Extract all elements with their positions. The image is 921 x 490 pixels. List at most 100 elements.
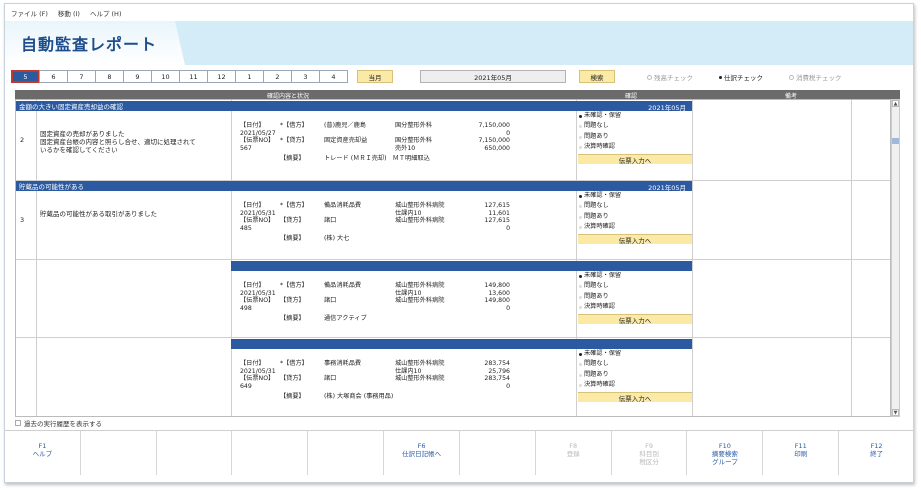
month-tab-row: 当月 2021年05月 検索 残高チェック 仕訳チェック 消費税チェック 567…	[5, 69, 913, 85]
radio-dot-icon	[579, 285, 582, 289]
journal-field: 備品消耗品費	[324, 202, 362, 209]
status-option[interactable]: 問題なし	[578, 121, 692, 131]
page-title: 自動監査レポート	[21, 35, 158, 54]
month-tab[interactable]: 11	[179, 70, 208, 83]
fkey-f8[interactable]: F8 登録	[536, 431, 612, 475]
month-tab[interactable]: 9	[123, 70, 152, 83]
scroll-thumb[interactable]	[892, 138, 899, 144]
journal-field: 城山整形外科病院	[395, 360, 445, 367]
journal-line: 【日付】 *【借方】 (普)鹿児／鹿島 国分整形外科 7,150,000	[240, 122, 570, 130]
menu-move[interactable]: 移動 (I)	[58, 8, 80, 18]
slip-entry-button[interactable]: 伝票入力へ	[578, 392, 692, 403]
status-options: 未確認・保留 問題なし 問題あり 決算時確認	[578, 271, 692, 312]
journal-field: 【伝票NO】	[240, 375, 275, 383]
status-option[interactable]: 問題なし	[578, 359, 692, 369]
radio-dot-icon	[579, 305, 582, 309]
journal-field: 485	[240, 224, 252, 232]
status-option[interactable]: 問題なし	[578, 201, 692, 211]
menu-file[interactable]: ファイル (F)	[11, 8, 48, 18]
fkey-f12[interactable]: F12 終了	[839, 431, 913, 475]
current-month-button[interactable]: 当月	[357, 70, 393, 83]
app-window: ファイル (F) 移動 (I) ヘルプ (H) 自動監査レポート 当月 2021…	[4, 3, 914, 483]
fkey-label: 印刷	[794, 450, 808, 458]
radio-dot-icon	[789, 74, 794, 80]
journal-field: トレード (ＭＲＩ売却) ＭＴ明細取込	[324, 155, 430, 163]
status-option[interactable]: 決算時確認	[578, 302, 692, 312]
status-option-label: 決算時確認	[584, 142, 615, 150]
menu-help[interactable]: ヘルプ (H)	[90, 8, 122, 18]
journal-amount: 283,754	[484, 360, 510, 367]
balance-check-radio[interactable]: 残高チェック	[647, 72, 693, 82]
journal-amount: 127,615	[484, 217, 510, 225]
fkey-empty	[81, 431, 157, 475]
journal-amount: 0	[506, 304, 510, 312]
slip-entry-button[interactable]: 伝票入力へ	[578, 154, 692, 165]
journal-entry: 【日付】 *【借方】 (普)鹿児／鹿島 国分整形外科 7,150,000 2021/05/…	[240, 122, 570, 163]
period-field[interactable]: 2021年05月	[420, 70, 566, 83]
month-tab[interactable]: 8	[95, 70, 124, 83]
radio-dot-icon	[647, 74, 652, 80]
journal-field: 【伝票NO】	[240, 137, 275, 145]
status-option[interactable]: 未確認・保留	[578, 349, 692, 359]
tax-check-radio[interactable]: 消費税チェック	[789, 72, 842, 82]
history-toggle[interactable]: 過去の実行履歴を表示する	[15, 418, 102, 428]
journal-field: 【摘要】	[280, 393, 305, 401]
search-button[interactable]: 検索	[579, 70, 615, 83]
journal-line: 498 0	[240, 305, 570, 313]
status-option-label: 未確認・保留	[584, 350, 622, 357]
status-option[interactable]: 問題あり	[578, 132, 692, 142]
fkey-f6[interactable]: F6 仕訳日記帳へ	[384, 431, 460, 475]
status-option[interactable]: 決算時確認	[578, 222, 692, 232]
status-option[interactable]: 決算時確認	[578, 142, 692, 152]
scroll-up-icon[interactable]: ▲	[892, 100, 899, 107]
month-tab[interactable]: 7	[67, 70, 96, 83]
status-option[interactable]: 問題あり	[578, 370, 692, 380]
month-tab[interactable]: 12	[207, 70, 236, 83]
status-option[interactable]: 未確認・保留	[578, 191, 692, 201]
journal-line: 【日付】 *【借方】 事務消耗品費 城山整形外科病院 283,754	[240, 360, 570, 368]
journal-line: 【伝票NO】 【貸方】 諸口 城山整形外科病院 127,615	[240, 217, 570, 225]
month-tab[interactable]: 1	[235, 70, 264, 83]
journal-field: 国分整形外科	[395, 137, 433, 145]
slip-entry-button[interactable]: 伝票入力へ	[578, 234, 692, 245]
history-checkbox[interactable]	[15, 420, 21, 426]
journal-amount: 25,796	[488, 367, 510, 375]
journal-amount: 11,601	[488, 209, 510, 217]
fkey-f11[interactable]: F11 印刷	[763, 431, 840, 475]
journal-field: *【借方】	[280, 360, 308, 367]
month-tab[interactable]: 5	[11, 70, 40, 83]
fkey-f9[interactable]: F9 科目別 税区分	[612, 431, 688, 475]
month-tab[interactable]: 3	[291, 70, 320, 83]
status-option[interactable]: 決算時確認	[578, 380, 692, 390]
journal-check-radio[interactable]: 仕訳チェック	[719, 72, 763, 82]
radio-dot-icon	[579, 145, 582, 149]
journal-field: 【伝票NO】	[240, 297, 275, 305]
journal-field: 【日付】	[240, 122, 265, 129]
radio-dot-icon	[579, 353, 582, 356]
scroll-down-icon[interactable]: ▼	[892, 409, 899, 416]
journal-field: 【伝票NO】	[240, 217, 275, 225]
month-tab[interactable]: 10	[151, 70, 180, 83]
month-tab[interactable]: 4	[319, 70, 348, 83]
journal-amount: 149,800	[484, 297, 510, 305]
journal-field: 【日付】	[240, 360, 265, 367]
journal-field: 城山整形外科病院	[395, 297, 445, 305]
vertical-scrollbar[interactable]: ▲ ▼	[891, 99, 900, 417]
status-option[interactable]: 未確認・保留	[578, 271, 692, 281]
status-option[interactable]: 問題なし	[578, 281, 692, 291]
journal-field: 諸口	[324, 375, 337, 383]
month-tab[interactable]: 6	[39, 70, 68, 83]
slip-entry-button[interactable]: 伝票入力へ	[578, 314, 692, 325]
journal-field: (普)鹿児／鹿島	[324, 122, 366, 129]
status-option[interactable]: 問題あり	[578, 212, 692, 222]
fkey-f10[interactable]: F10 摘要検索 グループ	[688, 431, 764, 475]
radio-dot-icon	[579, 195, 582, 198]
journal-line: 【摘要】 通信アクティブ	[240, 315, 570, 323]
status-option[interactable]: 未確認・保留	[578, 111, 692, 121]
fkey-f1[interactable]: F1 ヘルプ	[5, 431, 81, 475]
journal-amount: 283,754	[484, 375, 510, 383]
message-line: 固定資産台帳の内容と照らし合せ、適切に処理されて	[40, 138, 196, 146]
month-tab[interactable]: 2	[263, 70, 292, 83]
radio-dot-icon	[579, 383, 582, 387]
status-option[interactable]: 問題あり	[578, 292, 692, 302]
